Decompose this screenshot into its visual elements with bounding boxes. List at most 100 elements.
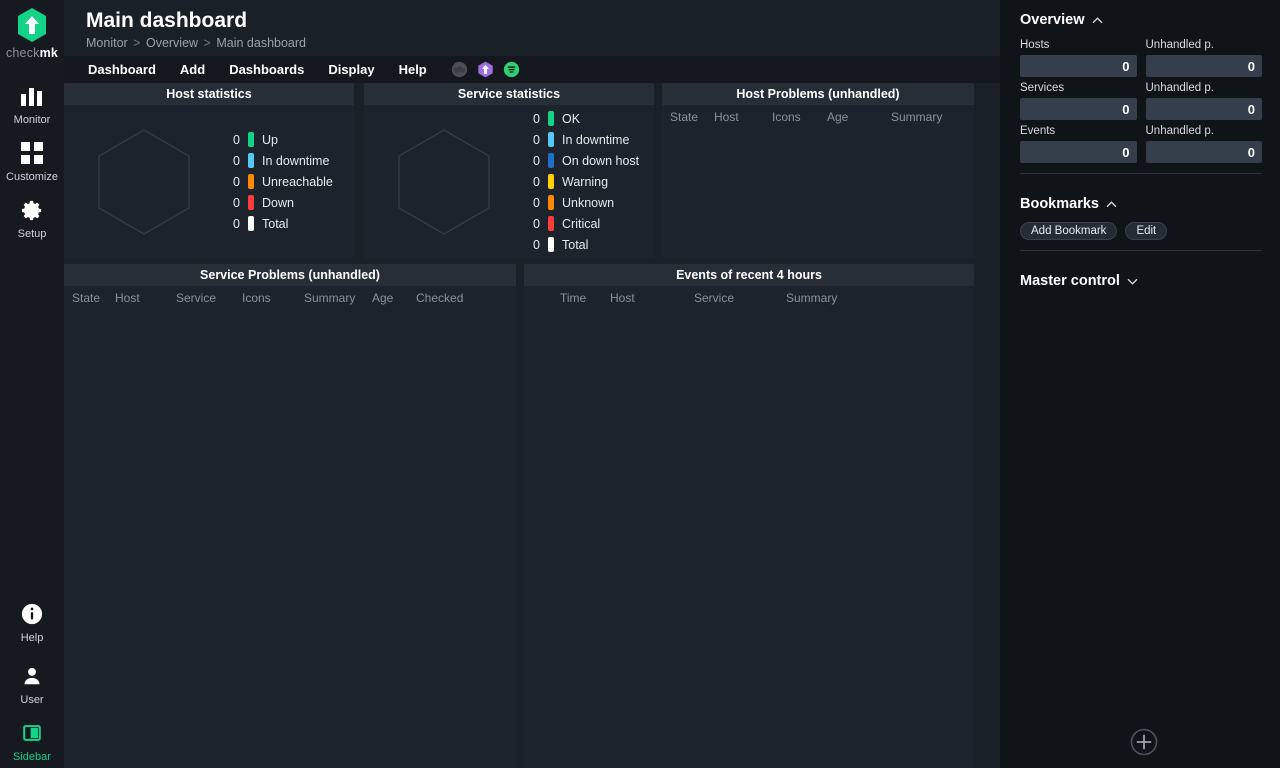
overview-value-hosts[interactable]: 0 (1020, 55, 1137, 77)
menu-item-dashboard[interactable]: Dashboard (76, 56, 168, 83)
overview-value-events[interactable]: 0 (1020, 141, 1137, 163)
host-stat-row-unreachable[interactable]: 0 Unreachable (224, 171, 333, 192)
brand-name-light: check (5, 46, 40, 60)
globe-icon[interactable] (451, 61, 468, 78)
chevron-down-icon[interactable] (1127, 276, 1138, 287)
service-problems-table-header: State Host Service Icons Summary Age Che… (64, 286, 516, 305)
nav-item-help[interactable]: Help (0, 592, 64, 654)
nav-item-monitor-label: Monitor (13, 114, 51, 126)
nav-item-monitor[interactable]: Monitor (0, 74, 64, 131)
breadcrumb-item-overview[interactable]: Overview (146, 36, 198, 50)
column-header-state[interactable]: State (662, 110, 714, 124)
overview-value-events-unhandled[interactable]: 0 (1145, 141, 1262, 163)
service-stat-row-total[interactable]: 0 Total (524, 234, 639, 255)
nav-item-user[interactable]: User (0, 654, 64, 711)
nav-item-sidebar-label: Sidebar (13, 751, 51, 763)
column-header-host[interactable]: Host (115, 291, 176, 305)
host-stat-label: In downtime (262, 153, 330, 168)
service-stat-count: 0 (533, 132, 540, 147)
snapin-overview-title: Overview (1020, 12, 1085, 28)
bar-chart-icon (20, 83, 44, 109)
menu-item-help[interactable]: Help (387, 56, 439, 83)
panel-service-problems: Service Problems (unhandled) State Host … (64, 264, 516, 768)
chevron-up-icon[interactable] (1092, 15, 1103, 26)
column-header-icons[interactable]: Icons (242, 291, 304, 305)
chevron-up-icon[interactable] (1106, 199, 1117, 210)
status-swatch-warning (548, 174, 554, 189)
snapin-overview-header[interactable]: Overview (1020, 12, 1262, 28)
status-swatch-total (548, 237, 554, 252)
column-header-service[interactable]: Service (694, 291, 786, 305)
service-stat-row-in-downtime[interactable]: 0 In downtime (524, 129, 639, 150)
hexagon-outline-icon (98, 128, 190, 235)
panel-events-title: Events of recent 4 hours (524, 264, 974, 286)
snapin-master-control-header[interactable]: Master control (1020, 273, 1262, 289)
breadcrumb-item-monitor[interactable]: Monitor (86, 36, 128, 50)
host-stat-label: Unreachable (262, 174, 333, 189)
menu-bar: Dashboard Add Dashboards Display Help (64, 56, 1000, 83)
service-stat-row-on-down-host[interactable]: 0 On down host (524, 150, 639, 171)
service-stat-count: 0 (533, 195, 540, 210)
menu-item-dashboards[interactable]: Dashboards (217, 56, 316, 83)
service-stat-label: OK (562, 111, 581, 126)
divider (1020, 250, 1262, 251)
panel-host-statistics-title: Host statistics (64, 83, 354, 105)
nav-item-setup[interactable]: Setup (0, 188, 64, 245)
overview-cell-hosts-unhandled: Unhandled p. 0 (1145, 38, 1262, 77)
column-header-summary[interactable]: Summary (891, 110, 942, 124)
service-stat-row-ok[interactable]: 0 OK (524, 108, 639, 129)
checkmk-hexagon-icon[interactable] (477, 61, 494, 78)
service-stat-row-unknown[interactable]: 0 Unknown (524, 192, 639, 213)
snapin-overview: Overview Hosts 0 Unhandled p. 0 Services… (1020, 12, 1262, 196)
column-header-summary[interactable]: Summary (304, 291, 372, 305)
edit-bookmarks-button[interactable]: Edit (1125, 222, 1168, 240)
service-stat-count: 0 (533, 237, 540, 252)
brand-name-bold: mk (39, 46, 59, 60)
spotify-like-circle-icon[interactable] (503, 61, 520, 78)
panel-service-problems-title: Service Problems (unhandled) (64, 264, 516, 286)
menu-item-add[interactable]: Add (168, 56, 217, 83)
service-stat-row-critical[interactable]: 0 Critical (524, 213, 639, 234)
nav-item-sidebar[interactable]: Sidebar (0, 711, 64, 768)
column-header-age[interactable]: Age (827, 110, 891, 124)
snapin-bookmarks-header[interactable]: Bookmarks (1020, 196, 1262, 212)
overview-cell-events: Events 0 (1020, 124, 1137, 163)
breadcrumb-item-main-dashboard[interactable]: Main dashboard (216, 36, 306, 50)
host-stat-count: 0 (233, 132, 240, 147)
add-snapin-button[interactable] (1130, 728, 1158, 756)
service-stat-row-warning[interactable]: 0 Warning (524, 171, 639, 192)
panel-host-statistics: Host statistics 0 Up 0 In downtime 0 Unr… (64, 83, 354, 258)
status-swatch-down (248, 195, 254, 210)
host-stat-row-total[interactable]: 0 Total (224, 213, 333, 234)
overview-value-services[interactable]: 0 (1020, 98, 1137, 120)
panel-host-problems-title: Host Problems (unhandled) (662, 83, 974, 105)
brand-logo-block[interactable]: checkmk (6, 0, 58, 60)
checkmk-dashboard-app: checkmk Monitor Customize Setup Help Use… (0, 0, 1280, 768)
menu-item-display[interactable]: Display (316, 56, 386, 83)
host-stat-row-in-downtime[interactable]: 0 In downtime (224, 150, 333, 171)
service-statistics-hexagon (364, 127, 524, 237)
column-header-host[interactable]: Host (610, 291, 694, 305)
page-title: Main dashboard (86, 9, 248, 32)
status-swatch-total (248, 216, 254, 231)
column-header-checked[interactable]: Checked (416, 291, 463, 305)
column-header-summary[interactable]: Summary (786, 291, 837, 305)
overview-value-services-unhandled[interactable]: 0 (1145, 98, 1262, 120)
host-stat-row-down[interactable]: 0 Down (224, 192, 333, 213)
column-header-service[interactable]: Service (176, 291, 242, 305)
column-header-state[interactable]: State (64, 291, 115, 305)
overview-value-hosts-unhandled[interactable]: 0 (1145, 55, 1262, 77)
column-header-age[interactable]: Age (372, 291, 416, 305)
host-stat-count: 0 (233, 195, 240, 210)
column-header-icons[interactable]: Icons (772, 110, 827, 124)
checkmk-hexagon-logo-icon (18, 8, 46, 42)
overview-cell-events-unhandled: Unhandled p. 0 (1145, 124, 1262, 163)
nav-item-customize[interactable]: Customize (0, 131, 64, 188)
add-bookmark-button[interactable]: Add Bookmark (1020, 222, 1118, 240)
status-swatch-in-downtime (248, 153, 254, 168)
host-stat-row-up[interactable]: 0 Up (224, 129, 333, 150)
column-header-host[interactable]: Host (714, 110, 772, 124)
service-stat-count: 0 (533, 153, 540, 168)
nav-item-help-label: Help (20, 632, 44, 644)
column-header-time[interactable]: Time (524, 291, 610, 305)
